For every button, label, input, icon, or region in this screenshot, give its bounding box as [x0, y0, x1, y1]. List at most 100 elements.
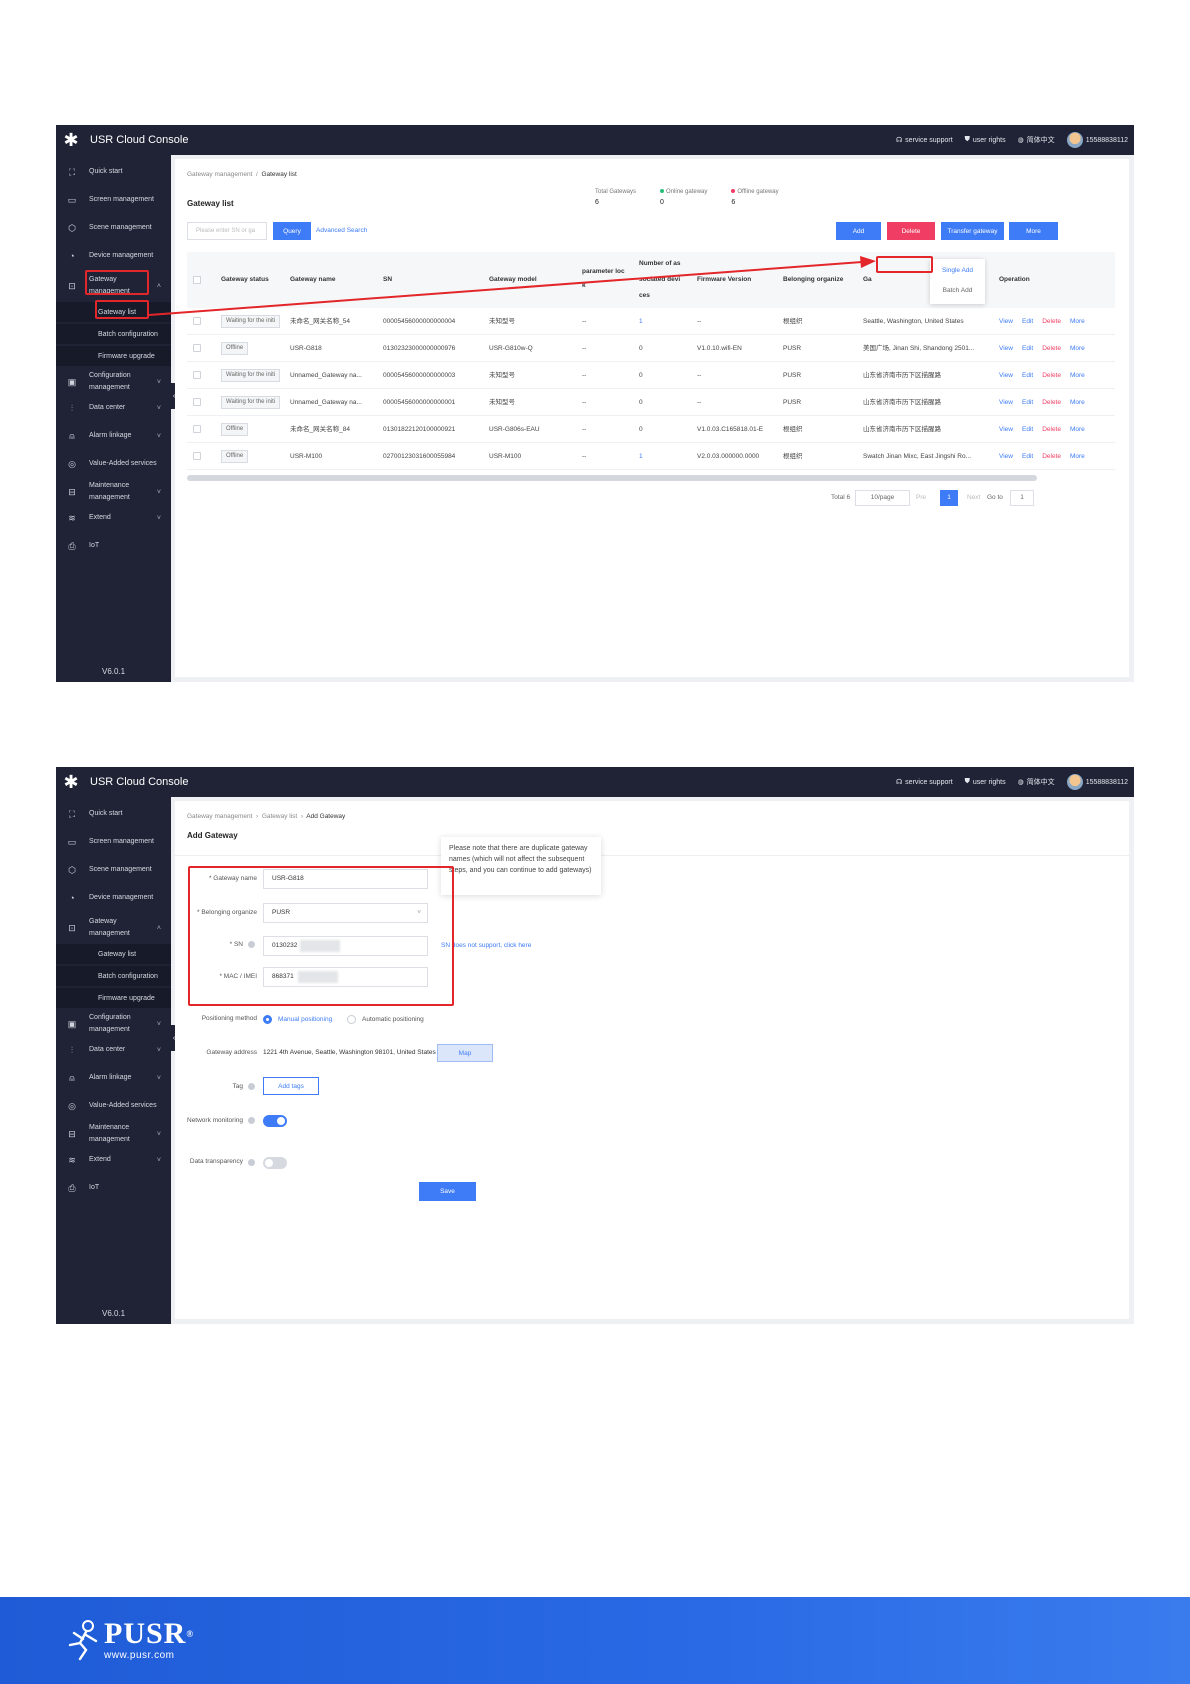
- sn-not-supported-link[interactable]: SN does not support, click here: [441, 942, 531, 949]
- cell-num[interactable]: 1: [639, 308, 689, 335]
- delete-link[interactable]: Delete: [1042, 426, 1061, 433]
- sidebar-item-scene[interactable]: ⬡ Scene management: [56, 859, 171, 881]
- edit-link[interactable]: Edit: [1022, 318, 1033, 325]
- view-link[interactable]: View: [999, 372, 1013, 379]
- more-button[interactable]: More: [1009, 222, 1058, 240]
- more-link[interactable]: More: [1070, 453, 1085, 460]
- view-link[interactable]: View: [999, 426, 1013, 433]
- sidebar-sub-gateway-list[interactable]: Gateway list: [56, 944, 171, 964]
- add-button[interactable]: Add: [836, 222, 881, 240]
- query-button[interactable]: Query: [273, 222, 311, 240]
- map-button[interactable]: Map: [437, 1044, 493, 1062]
- save-button[interactable]: Save: [419, 1182, 476, 1201]
- sidebar-item-screen[interactable]: ▭ Screen management: [56, 831, 171, 853]
- service-support-link[interactable]: ☊ service support: [896, 136, 953, 145]
- edit-link[interactable]: Edit: [1022, 453, 1033, 460]
- row-checkbox[interactable]: [193, 452, 201, 460]
- breadcrumb-gateway-management[interactable]: Gateway management: [187, 813, 252, 820]
- sidebar-item-alarm[interactable]: ⍝ Alarm linkage ˅: [56, 425, 171, 447]
- delete-link[interactable]: Delete: [1042, 453, 1061, 460]
- sidebar-item-value-added[interactable]: ◎ Value-Added services: [56, 453, 171, 475]
- sidebar-item-data-center[interactable]: ⫶ Data center ˅: [56, 1039, 171, 1061]
- sidebar-item-extend[interactable]: ≋ Extend ˅: [56, 507, 171, 529]
- batch-add-option[interactable]: Batch Add: [930, 287, 985, 294]
- edit-link[interactable]: Edit: [1022, 345, 1033, 352]
- language-switch[interactable]: ◍ 简体中文: [1018, 135, 1055, 145]
- view-link[interactable]: View: [999, 345, 1013, 352]
- search-input[interactable]: Please enter SN or ga: [187, 222, 267, 240]
- row-checkbox[interactable]: [193, 344, 201, 352]
- user-menu[interactable]: 15588838112: [1066, 132, 1128, 148]
- sidebar-item-maintenance[interactable]: ⊟ Maintenance management ˅: [56, 1121, 171, 1147]
- delete-link[interactable]: Delete: [1042, 399, 1061, 406]
- sidebar-item-iot[interactable]: ⎙ IoT: [56, 535, 171, 557]
- sidebar-item-device[interactable]: ◔ Device management: [56, 245, 171, 267]
- view-link[interactable]: View: [999, 318, 1013, 325]
- goto-page-input[interactable]: 1: [1010, 490, 1034, 506]
- more-link[interactable]: More: [1070, 399, 1085, 406]
- user-menu[interactable]: 15588838112: [1066, 774, 1128, 790]
- view-link[interactable]: View: [999, 453, 1013, 460]
- page-size-select[interactable]: 10/page: [855, 490, 910, 506]
- more-link[interactable]: More: [1070, 426, 1085, 433]
- row-checkbox[interactable]: [193, 425, 201, 433]
- sidebar-item-configuration[interactable]: ▣ Configuration management ˅: [56, 1011, 171, 1037]
- advanced-search-link[interactable]: Advanced Search: [316, 227, 367, 234]
- help-icon[interactable]: [248, 1159, 255, 1166]
- sidebar-item-configuration[interactable]: ▣ Configuration management ˅: [56, 369, 171, 395]
- help-icon[interactable]: [248, 1083, 255, 1090]
- sidebar-sub-batch-config[interactable]: Batch configuration: [56, 966, 171, 986]
- more-link[interactable]: More: [1070, 345, 1085, 352]
- breadcrumb-gateway-list[interactable]: Gateway list: [262, 813, 297, 820]
- delete-link[interactable]: Delete: [1042, 318, 1061, 325]
- user-rights-link[interactable]: ⛊ user rights: [965, 136, 1006, 144]
- delete-button[interactable]: Delete: [887, 222, 935, 240]
- sidebar-item-value-added[interactable]: ◎ Value-Added services: [56, 1095, 171, 1117]
- row-checkbox[interactable]: [193, 317, 201, 325]
- automatic-positioning-label[interactable]: Automatic positioning: [362, 1016, 424, 1023]
- network-monitoring-toggle[interactable]: [263, 1115, 287, 1127]
- transfer-gateway-button[interactable]: Transfer gateway: [941, 222, 1004, 240]
- user-rights-link[interactable]: ⛊ user rights: [965, 778, 1006, 786]
- data-transparency-toggle[interactable]: [263, 1157, 287, 1169]
- sidebar-item-device[interactable]: ◔ Device management: [56, 887, 171, 909]
- sidebar-item-quick-start[interactable]: ⛶ Quick start: [56, 161, 171, 183]
- breadcrumb-gateway-management[interactable]: Gateway management: [187, 171, 252, 178]
- sidebar-sub-batch-config[interactable]: Batch configuration: [56, 324, 171, 344]
- cell-num[interactable]: 1: [639, 443, 689, 470]
- row-checkbox[interactable]: [193, 371, 201, 379]
- next-page-button[interactable]: Next: [967, 494, 980, 501]
- edit-link[interactable]: Edit: [1022, 399, 1033, 406]
- sidebar-item-iot[interactable]: ⎙ IoT: [56, 1177, 171, 1199]
- sidebar-item-extend[interactable]: ≋ Extend ˅: [56, 1149, 171, 1171]
- sidebar-item-quick-start[interactable]: ⛶ Quick start: [56, 803, 171, 825]
- service-support-link[interactable]: ☊ service support: [896, 778, 953, 787]
- sidebar-item-data-center[interactable]: ⫶ Data center ˅: [56, 397, 171, 419]
- help-icon[interactable]: [248, 1117, 255, 1124]
- manual-positioning-label[interactable]: Manual positioning: [278, 1016, 332, 1023]
- page-1-button[interactable]: 1: [940, 490, 958, 506]
- sidebar-item-gateway[interactable]: ⊡ Gateway management ˄: [56, 915, 171, 941]
- pusr-url[interactable]: www.pusr.com: [104, 1650, 194, 1661]
- sidebar-sub-firmware[interactable]: Firmware upgrade: [56, 988, 171, 1008]
- sidebar-item-maintenance[interactable]: ⊟ Maintenance management ˅: [56, 479, 171, 505]
- prev-page-button[interactable]: Pre: [916, 494, 926, 501]
- table-horizontal-scrollbar[interactable]: [187, 475, 1037, 481]
- more-link[interactable]: More: [1070, 372, 1085, 379]
- single-add-option[interactable]: Single Add: [930, 267, 985, 274]
- delete-link[interactable]: Delete: [1042, 345, 1061, 352]
- automatic-positioning-radio[interactable]: [347, 1015, 356, 1024]
- edit-link[interactable]: Edit: [1022, 372, 1033, 379]
- view-link[interactable]: View: [999, 399, 1013, 406]
- manual-positioning-radio[interactable]: [263, 1015, 272, 1024]
- edit-link[interactable]: Edit: [1022, 426, 1033, 433]
- sidebar-item-screen[interactable]: ▭ Screen management: [56, 189, 171, 211]
- more-link[interactable]: More: [1070, 318, 1085, 325]
- language-switch[interactable]: ◍ 简体中文: [1018, 777, 1055, 787]
- sidebar-sub-firmware[interactable]: Firmware upgrade: [56, 346, 171, 366]
- sidebar-item-scene[interactable]: ⬡ Scene management: [56, 217, 171, 239]
- add-tags-button[interactable]: Add tags: [263, 1077, 319, 1095]
- sidebar-item-alarm[interactable]: ⍝ Alarm linkage ˅: [56, 1067, 171, 1089]
- row-checkbox[interactable]: [193, 398, 201, 406]
- select-all-checkbox[interactable]: [193, 276, 201, 284]
